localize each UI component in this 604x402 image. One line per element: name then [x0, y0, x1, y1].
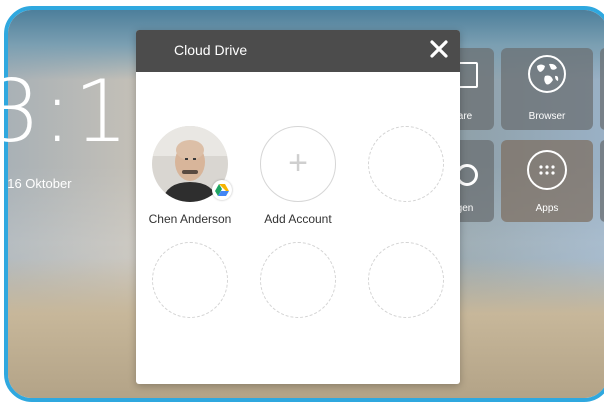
globe-icon — [527, 54, 567, 99]
tile-partial-right[interactable] — [600, 140, 604, 222]
date-display: , 16 Oktober — [0, 176, 72, 191]
close-icon — [430, 40, 448, 58]
close-button[interactable] — [426, 36, 452, 62]
tile-label: Browser — [528, 111, 566, 122]
empty-account-slot — [152, 242, 228, 318]
tile-browser[interactable]: Browser — [501, 48, 593, 130]
tile-label: Apps — [535, 203, 559, 214]
empty-account-slot — [368, 242, 444, 318]
google-drive-icon — [212, 180, 232, 200]
cloud-drive-dialog: Cloud Drive Chen Anderson + Add Account — [136, 30, 460, 384]
tile-partial-right[interactable] — [600, 48, 604, 130]
tile-apps[interactable]: Apps — [501, 140, 593, 222]
dialog-title: Cloud Drive — [174, 42, 248, 58]
apps-grid-icon — [527, 150, 567, 190]
empty-account-slot — [368, 126, 444, 202]
dialog-header: Cloud Drive — [136, 30, 460, 72]
account-name-label: Chen Anderson — [148, 212, 232, 226]
file-icon — [458, 62, 478, 88]
account-avatar-chen-anderson[interactable] — [152, 126, 232, 202]
plus-icon: + — [288, 144, 308, 182]
add-account-label: Add Account — [264, 212, 332, 226]
empty-account-slot — [260, 242, 336, 318]
add-account-button[interactable]: + — [260, 126, 336, 202]
